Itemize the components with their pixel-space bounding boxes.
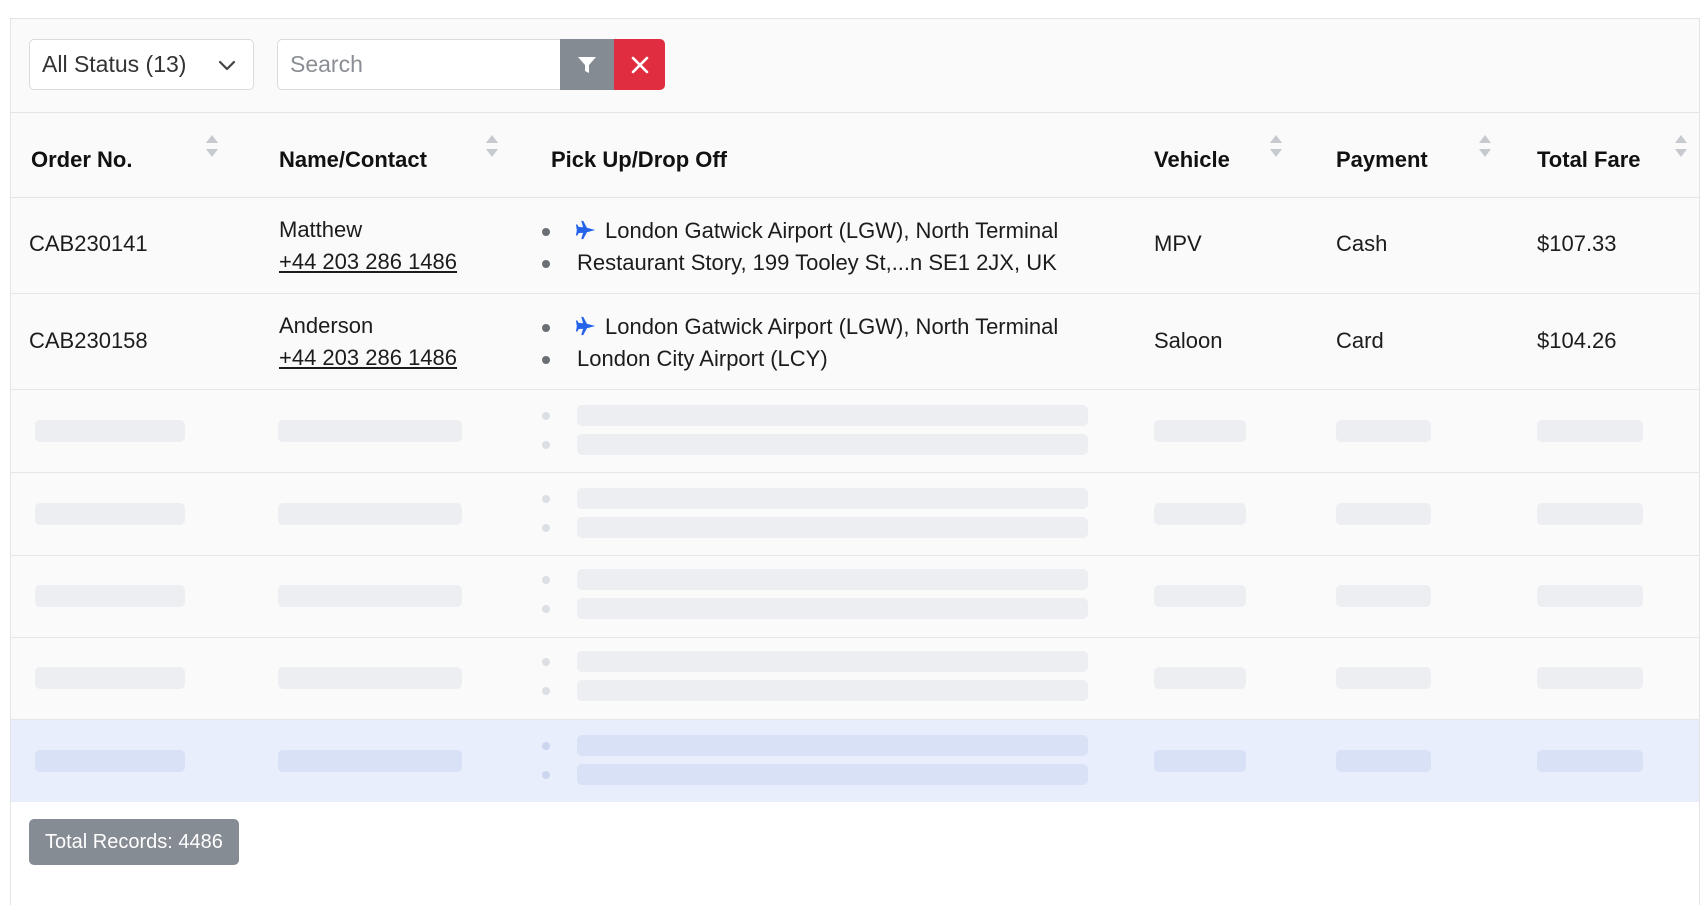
payment-method: Card bbox=[1336, 328, 1384, 353]
dropoff-location: Restaurant Story, 199 Tooley St,...n SE1… bbox=[577, 250, 1057, 275]
skeleton-dot bbox=[542, 687, 550, 695]
skeleton-row-highlighted bbox=[11, 720, 1699, 802]
customer-name: Matthew bbox=[279, 217, 363, 242]
skeleton-bar bbox=[35, 750, 185, 772]
table-header: Order No. Name/Contact Pick Up/Drop Off … bbox=[11, 113, 1699, 198]
skeleton-bar bbox=[35, 420, 185, 442]
skeleton-bar bbox=[1537, 750, 1643, 772]
sort-icon[interactable] bbox=[1268, 133, 1284, 159]
customer-name: Anderson bbox=[279, 313, 374, 338]
order-number: CAB230158 bbox=[29, 328, 148, 353]
skeleton-bar bbox=[577, 598, 1088, 619]
total-records-badge: Total Records: 4486 bbox=[29, 819, 239, 865]
skeleton-bar bbox=[1154, 667, 1246, 689]
skeleton-bar bbox=[278, 585, 462, 607]
sort-icon[interactable] bbox=[1673, 133, 1689, 159]
skeleton-bar bbox=[278, 420, 462, 442]
pickup-location: London Gatwick Airport (LGW), North Term… bbox=[605, 314, 1059, 339]
skeleton-bar bbox=[1537, 585, 1643, 607]
close-icon bbox=[631, 56, 648, 73]
column-header-order-no[interactable]: Order No. bbox=[31, 113, 132, 197]
pickup-bullet bbox=[542, 324, 550, 332]
skeleton-row bbox=[11, 556, 1699, 638]
skeleton-bar bbox=[1154, 585, 1246, 607]
column-header-pickup-dropoff[interactable]: Pick Up/Drop Off bbox=[551, 113, 727, 197]
skeleton-bar bbox=[35, 503, 185, 525]
skeleton-dot bbox=[542, 412, 550, 420]
customer-phone-link[interactable]: +44 203 286 1486 bbox=[279, 249, 457, 275]
payment-method: Cash bbox=[1336, 231, 1388, 256]
column-header-payment[interactable]: Payment bbox=[1336, 113, 1428, 197]
skeleton-bar bbox=[577, 517, 1088, 538]
total-fare: $107.33 bbox=[1537, 231, 1617, 256]
airplane-icon bbox=[575, 220, 596, 240]
skeleton-row bbox=[11, 638, 1699, 720]
skeleton-dot bbox=[542, 742, 550, 750]
skeleton-bar bbox=[577, 680, 1088, 701]
orders-panel: All Status (13) Order No. Name/Contact P… bbox=[10, 18, 1700, 905]
skeleton-row bbox=[11, 473, 1699, 556]
skeleton-dot bbox=[542, 495, 550, 503]
sort-icon[interactable] bbox=[484, 133, 500, 159]
sort-icon[interactable] bbox=[204, 133, 220, 159]
skeleton-bar bbox=[577, 735, 1088, 756]
search-input[interactable] bbox=[277, 39, 561, 90]
status-filter-label: All Status (13) bbox=[42, 51, 187, 77]
skeleton-bar bbox=[577, 488, 1088, 509]
filter-icon bbox=[578, 56, 596, 73]
chevron-down-icon bbox=[218, 60, 236, 71]
pickup-location: London Gatwick Airport (LGW), North Term… bbox=[605, 218, 1059, 243]
skeleton-bar bbox=[1154, 750, 1246, 772]
filter-button[interactable] bbox=[560, 39, 614, 90]
dropoff-bullet bbox=[542, 356, 550, 364]
dropoff-bullet bbox=[542, 260, 550, 268]
skeleton-bar bbox=[1154, 503, 1246, 525]
column-header-vehicle[interactable]: Vehicle bbox=[1154, 113, 1230, 197]
airplane-icon bbox=[575, 316, 596, 336]
skeleton-bar bbox=[278, 667, 462, 689]
skeleton-row bbox=[11, 390, 1699, 473]
skeleton-bar bbox=[1537, 667, 1643, 689]
skeleton-bar bbox=[1336, 503, 1431, 525]
skeleton-bar bbox=[1336, 420, 1431, 442]
sort-icon[interactable] bbox=[1477, 133, 1493, 159]
skeleton-bar bbox=[577, 434, 1088, 455]
column-header-total-fare[interactable]: Total Fare bbox=[1537, 113, 1641, 197]
clear-button[interactable] bbox=[614, 39, 665, 90]
table-row[interactable]: CAB230141 Matthew +44 203 286 1486 Londo… bbox=[11, 198, 1699, 294]
vehicle-type: MPV bbox=[1154, 231, 1202, 256]
toolbar: All Status (13) bbox=[11, 19, 1699, 113]
skeleton-bar bbox=[1336, 667, 1431, 689]
skeleton-dot bbox=[542, 524, 550, 532]
skeleton-bar bbox=[1537, 420, 1643, 442]
status-filter-select[interactable]: All Status (13) bbox=[29, 39, 254, 90]
dropoff-location: London City Airport (LCY) bbox=[577, 346, 828, 371]
skeleton-bar bbox=[577, 651, 1088, 672]
table-row[interactable]: CAB230158 Anderson +44 203 286 1486 Lond… bbox=[11, 294, 1699, 390]
skeleton-dot bbox=[542, 658, 550, 666]
order-number: CAB230141 bbox=[29, 231, 148, 256]
skeleton-bar bbox=[1336, 750, 1431, 772]
skeleton-bar bbox=[278, 750, 462, 772]
column-header-name-contact[interactable]: Name/Contact bbox=[279, 113, 427, 197]
pickup-bullet bbox=[542, 228, 550, 236]
skeleton-bar bbox=[577, 764, 1088, 785]
skeleton-dot bbox=[542, 576, 550, 584]
skeleton-dot bbox=[542, 771, 550, 779]
skeleton-dot bbox=[542, 605, 550, 613]
skeleton-bar bbox=[577, 569, 1088, 590]
skeleton-bar bbox=[35, 585, 185, 607]
skeleton-bar bbox=[577, 405, 1088, 426]
skeleton-dot bbox=[542, 441, 550, 449]
skeleton-bar bbox=[1537, 503, 1643, 525]
skeleton-bar bbox=[1336, 585, 1431, 607]
customer-phone-link[interactable]: +44 203 286 1486 bbox=[279, 345, 457, 371]
total-fare: $104.26 bbox=[1537, 328, 1617, 353]
skeleton-bar bbox=[278, 503, 462, 525]
skeleton-bar bbox=[35, 667, 185, 689]
vehicle-type: Saloon bbox=[1154, 328, 1223, 353]
skeleton-bar bbox=[1154, 420, 1246, 442]
